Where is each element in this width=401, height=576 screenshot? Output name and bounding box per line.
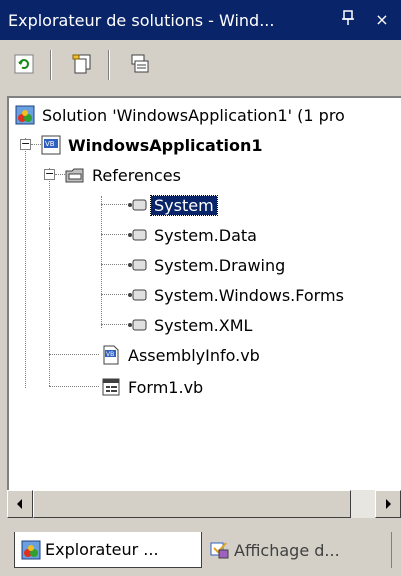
svg-text:VB: VB: [45, 140, 55, 148]
toolbar-separator: [50, 50, 52, 80]
tab-strip: Explorateur ... Affichage d...: [0, 528, 401, 576]
properties-button[interactable]: [126, 50, 154, 78]
tree-item-label: Solution 'WindowsApplication1' (1 pro: [42, 105, 345, 125]
tab-label: Affichage d...: [234, 540, 340, 560]
assembly-reference-icon: [127, 255, 147, 275]
show-all-files-icon: [72, 54, 91, 74]
scroll-right-button[interactable]: [375, 490, 401, 518]
window-title: Explorateur de solutions - Wind...: [8, 10, 275, 30]
pin-icon: [342, 10, 354, 25]
tree-item-label: WindowsApplication1: [68, 135, 263, 155]
scroll-left-button[interactable]: [7, 490, 33, 518]
assembly-reference-icon: [127, 285, 147, 305]
tree-item-label: System: [150, 194, 218, 216]
toolbar-separator: [108, 50, 110, 80]
refresh-button[interactable]: [10, 50, 38, 78]
tree-item-project[interactable]: VB WindowsApplication1: [41, 130, 265, 160]
tree-item-label: AssemblyInfo.vb: [128, 345, 260, 365]
tree-item-reference-system-windows-forms[interactable]: System.Windows.Forms: [127, 280, 347, 310]
tree-item-assemblyinfo[interactable]: VB AssemblyInfo.vb: [101, 340, 263, 370]
tree-line: [49, 386, 99, 387]
tree-item-label: Form1.vb: [128, 377, 204, 397]
toolbar: [0, 40, 401, 96]
class-view-icon: [210, 540, 230, 560]
tab-label: Explorateur ...: [45, 540, 159, 559]
tree-item-reference-system-data[interactable]: System.Data: [127, 220, 260, 250]
tree-item-label: System.XML: [154, 315, 253, 335]
tree-line: [101, 204, 127, 205]
tree-item-label: References: [92, 165, 181, 185]
horizontal-scrollbar[interactable]: [7, 490, 401, 518]
collapse-project-toggle[interactable]: −: [20, 138, 31, 150]
assembly-reference-icon: [127, 315, 147, 335]
pin-button[interactable]: [338, 10, 358, 30]
tree-item-reference-system[interactable]: System: [127, 190, 218, 220]
refresh-icon: [14, 54, 34, 74]
vb-file-icon: VB: [101, 345, 121, 365]
tree-item-reference-system-drawing[interactable]: System.Drawing: [127, 250, 288, 280]
references-folder-icon: [65, 165, 85, 185]
arrow-right-icon: [386, 499, 391, 509]
arrow-left-icon: [17, 499, 22, 509]
solution-icon: [15, 105, 35, 125]
tree-item-references[interactable]: References: [65, 160, 184, 190]
solution-explorer-icon: [21, 540, 41, 560]
tree-item-label: System.Data: [154, 225, 257, 245]
tab-class-view[interactable]: Affichage d...: [204, 532, 392, 568]
assembly-reference-icon: [127, 195, 147, 215]
scroll-thumb[interactable]: [33, 490, 351, 518]
tree-line: [31, 144, 41, 145]
tree-item-label: System.Drawing: [154, 255, 286, 275]
title-bar: Explorateur de solutions - Wind... ×: [0, 0, 401, 40]
tree-line: [101, 234, 127, 235]
tree-item-form1[interactable]: Form1.vb: [101, 372, 206, 402]
tab-solution-explorer[interactable]: Explorateur ...: [14, 532, 202, 568]
close-button[interactable]: ×: [372, 10, 392, 30]
properties-icon: [131, 54, 149, 73]
form-file-icon: [101, 377, 121, 397]
tree-line: [55, 174, 65, 175]
show-all-files-button[interactable]: [68, 50, 96, 78]
tree-line: [101, 294, 127, 295]
tree-item-solution[interactable]: Solution 'WindowsApplication1' (1 pro: [15, 100, 348, 130]
assembly-reference-icon: [127, 225, 147, 245]
tree-line: [101, 324, 127, 325]
tree-line: [25, 138, 26, 388]
close-icon: ×: [375, 10, 389, 29]
solution-tree[interactable]: − − Solution 'WindowsApplication1' (1 pr…: [7, 96, 401, 508]
tree-item-label: System.Windows.Forms: [154, 285, 344, 305]
tree-line: [49, 228, 50, 386]
tree-line: [101, 196, 102, 328]
tree-line: [101, 264, 127, 265]
tree-line: [49, 354, 99, 355]
vb-project-icon: VB: [41, 135, 61, 155]
collapse-references-toggle[interactable]: −: [44, 168, 55, 180]
svg-text:VB: VB: [106, 351, 114, 358]
tree-item-reference-system-xml[interactable]: System.XML: [127, 310, 255, 340]
